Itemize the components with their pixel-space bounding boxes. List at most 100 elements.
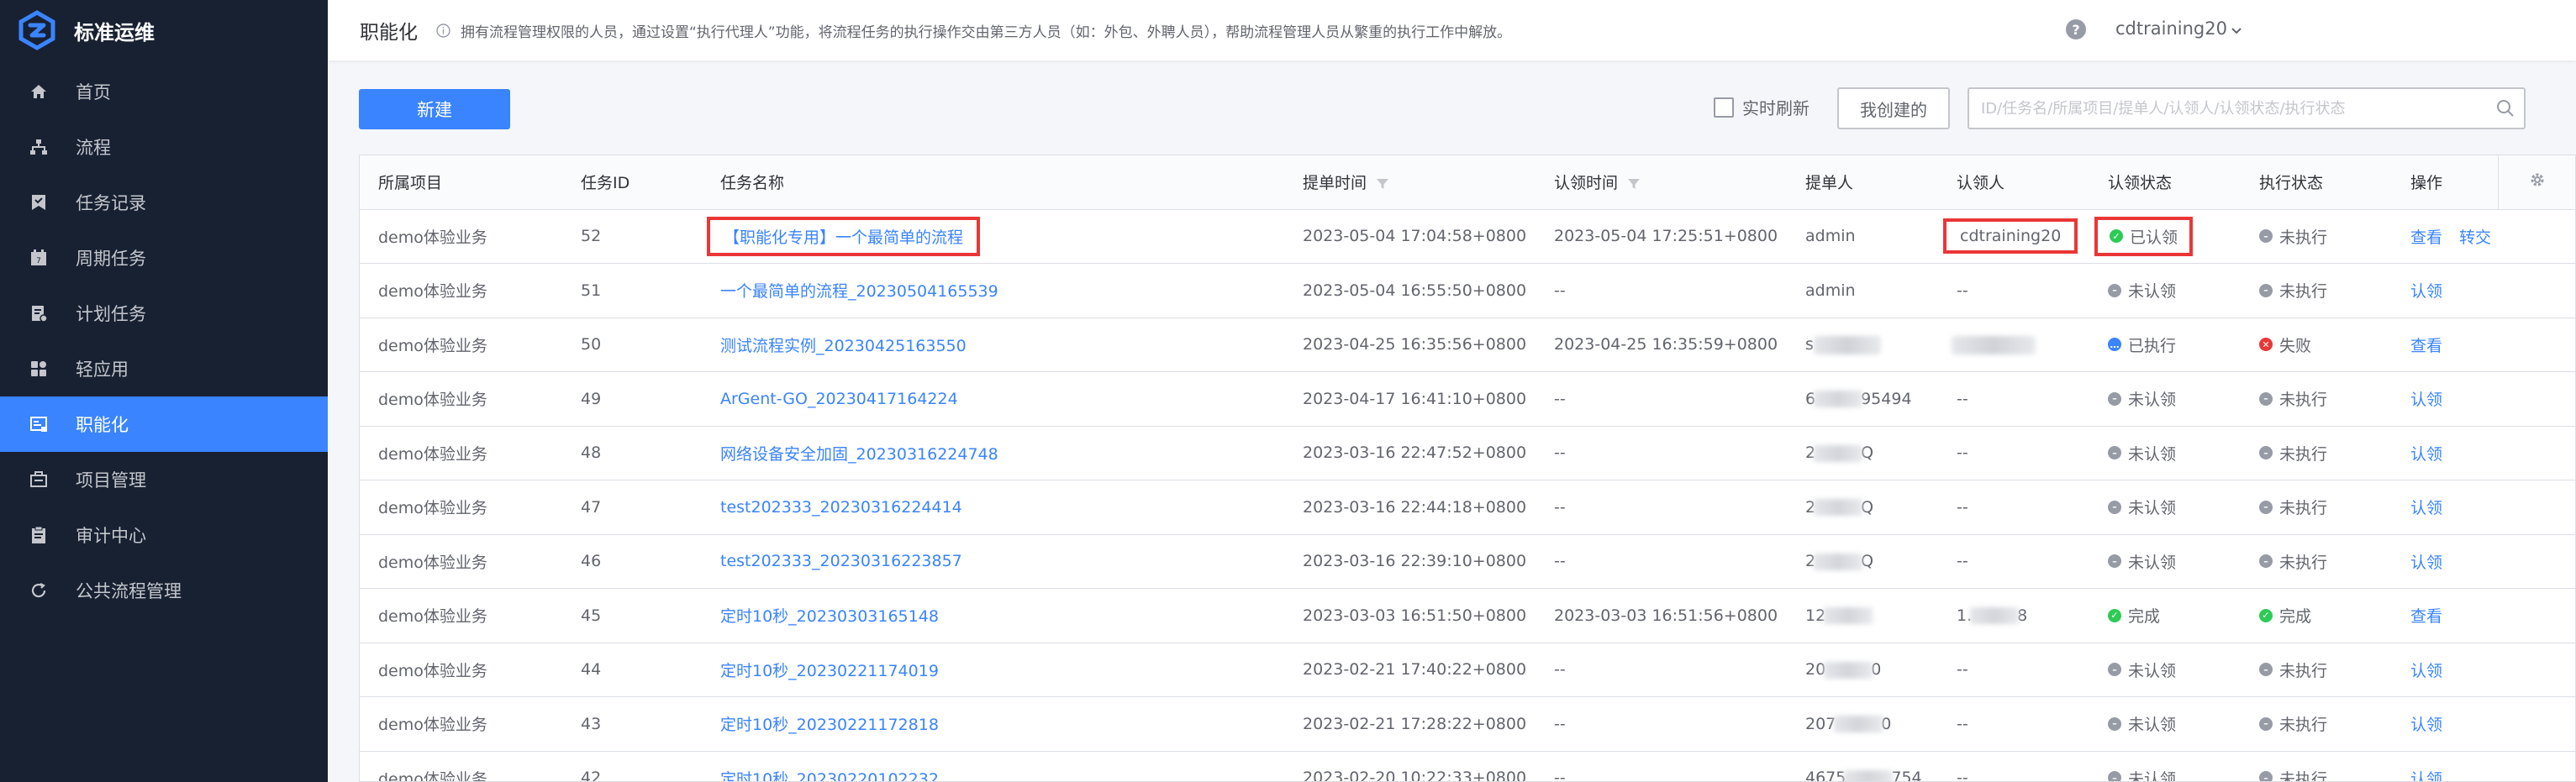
op-link-0[interactable]: 认领 xyxy=(2410,554,2442,572)
new-button[interactable]: 新建 xyxy=(359,89,510,129)
cell-task-name[interactable]: 【职能化专用】一个最简单的流程 xyxy=(702,209,1284,264)
search-icon[interactable] xyxy=(2495,98,2515,118)
op-link-0[interactable]: 认领 xyxy=(2410,499,2442,517)
table-row[interactable]: demo体验业务 52 【职能化专用】一个最简单的流程 2023-05-04 17:0… xyxy=(360,209,2575,264)
op-link-0[interactable]: 查看 xyxy=(2410,228,2442,247)
table-row[interactable]: demo体验业务 44 定时10秒_20230221174019 2023-02-21… xyxy=(360,643,2575,697)
sidebar-item-periodic-task[interactable]: 7 周期任务 xyxy=(0,230,328,286)
sidebar-item-home[interactable]: 首页 xyxy=(0,64,328,119)
filter-icon[interactable] xyxy=(1377,178,1389,190)
task-name-link[interactable]: 【职能化专用】一个最简单的流程 xyxy=(724,228,963,247)
task-name-link[interactable]: 定时10秒_20230220102232 xyxy=(720,770,939,781)
task-name-link[interactable]: 网络设备安全加固_20230316224748 xyxy=(720,445,998,464)
cell-submitter: 207 0 xyxy=(1787,696,1938,752)
sidebar-item-function[interactable]: 职能化 xyxy=(0,396,328,452)
search-input[interactable] xyxy=(1969,99,2495,118)
cell-task-name[interactable]: 定时10秒_20230221174019 xyxy=(702,643,1284,697)
cell-submit-time: 2023-02-21 17:40:22+0800 xyxy=(1284,643,1536,697)
table-row[interactable]: demo体验业务 45 定时10秒_20230303165148 2023-03-03… xyxy=(360,588,2575,643)
search-box[interactable] xyxy=(1968,87,2526,129)
cell-claimer: cdtraining20 xyxy=(1938,209,2089,264)
cell-task-name[interactable]: test202333_20230316223857 xyxy=(702,534,1284,589)
table-row[interactable]: demo体验业务 51 一个最简单的流程_20230504165539 2023-05… xyxy=(360,263,2575,318)
table-row[interactable]: demo体验业务 48 网络设备安全加固_20230316224748 2023-03… xyxy=(360,426,2575,480)
claimer-text: -- xyxy=(1957,281,1968,300)
op-link-0[interactable]: 认领 xyxy=(2410,445,2442,464)
cell-exec-status: – 未执行 xyxy=(2241,263,2392,318)
status-dot-icon: – xyxy=(2108,446,2121,460)
table-row[interactable]: demo体验业务 42 定时10秒_20230220102232 2023-02-20… xyxy=(360,751,2575,781)
gear-icon[interactable] xyxy=(2529,171,2546,188)
cell-submit-time: 2023-03-16 22:47:52+0800 xyxy=(1284,426,1536,480)
cell-exec-status: ✕ 失败 xyxy=(2241,318,2392,372)
cell-task-name[interactable]: test202333_20230316224414 xyxy=(702,480,1284,535)
sidebar-item-plan-task[interactable]: 计划任务 xyxy=(0,286,328,341)
cell-task-id: 46 xyxy=(562,534,702,589)
brand[interactable]: 标准运维 xyxy=(0,0,328,60)
task-name-link[interactable]: 定时10秒_20230221172818 xyxy=(720,716,939,734)
task-name-link[interactable]: 定时10秒_20230303165148 xyxy=(720,607,939,626)
table-row[interactable]: demo体验业务 43 定时10秒_20230221172818 2023-02-21… xyxy=(360,696,2575,752)
table-row[interactable]: demo体验业务 46 test202333_20230316223857 2023-… xyxy=(360,534,2575,589)
user-menu[interactable]: cdtraining20 xyxy=(2115,18,2227,39)
sidebar-item-public-flow[interactable]: 公共流程管理 xyxy=(0,563,328,618)
sidebar-item-task-record[interactable]: 任务记录 xyxy=(0,175,328,230)
svg-text:?: ? xyxy=(2072,22,2079,38)
cell-task-name[interactable]: 定时10秒_20230221172818 xyxy=(702,696,1284,752)
op-link-0[interactable]: 认领 xyxy=(2410,391,2442,409)
task-name-link[interactable]: ArGent-GO_20230417164224 xyxy=(720,390,958,408)
table-row[interactable]: demo体验业务 50 测试流程实例_20230425163550 2023-04-2… xyxy=(360,318,2575,372)
cell-task-name[interactable]: 网络设备安全加固_20230316224748 xyxy=(702,426,1284,480)
column-header-submit-time[interactable]: 提单时间 xyxy=(1284,155,1536,210)
highlight-box: ✓ 已认领 xyxy=(2094,216,2194,256)
op-link-0[interactable]: 查看 xyxy=(2410,337,2442,355)
created-by-me-button[interactable]: 我创建的 xyxy=(1837,87,1950,129)
cell-claim-status: – 未认领 xyxy=(2089,643,2241,697)
cell-exec-status: – 未执行 xyxy=(2241,209,2392,264)
cell-task-name[interactable]: 一个最简单的流程_20230504165539 xyxy=(702,263,1284,318)
column-header-claim-time[interactable]: 认领时间 xyxy=(1536,155,1787,210)
help-icon[interactable]: ? xyxy=(2065,18,2087,40)
sidebar-item-light-app[interactable]: 轻应用 xyxy=(0,341,328,396)
table-settings[interactable] xyxy=(2497,155,2575,210)
status-label: 完成 xyxy=(2128,607,2161,627)
task-name-link[interactable]: test202333_20230316223857 xyxy=(720,552,962,570)
cell-submit-time: 2023-03-16 22:44:18+0800 xyxy=(1284,480,1536,535)
task-name-link[interactable]: 定时10秒_20230221174019 xyxy=(720,662,939,680)
op-link-0[interactable]: 认领 xyxy=(2410,770,2442,781)
flow-icon xyxy=(29,137,49,157)
cell-operations: 认领 xyxy=(2392,696,2498,752)
op-link-0[interactable]: 认领 xyxy=(2410,716,2442,734)
exec-status: – 未执行 xyxy=(2259,659,2327,681)
cell-task-name[interactable]: 定时10秒_20230220102232 xyxy=(702,751,1284,781)
realtime-refresh-toggle[interactable]: 实时刷新 xyxy=(1714,95,1810,119)
table-row[interactable]: demo体验业务 49 ArGent-GO_20230417164224 2023-0… xyxy=(360,371,2575,427)
audit-icon xyxy=(29,525,49,545)
op-link-1[interactable]: 转交 xyxy=(2459,228,2491,247)
status-dot-icon: – xyxy=(2108,771,2121,781)
cell-operations: 认领 xyxy=(2392,426,2498,480)
op-link-0[interactable]: 认领 xyxy=(2410,662,2442,680)
sidebar-item-flow[interactable]: 流程 xyxy=(0,119,328,175)
cell-claim-time: -- xyxy=(1536,643,1787,697)
claim-status: – 未认领 xyxy=(2108,659,2176,681)
cell-empty xyxy=(2498,480,2575,535)
bookmark-icon xyxy=(29,192,49,213)
op-link-0[interactable]: 认领 xyxy=(2410,282,2442,301)
sidebar-item-project-management[interactable]: 项目管理 xyxy=(0,452,328,507)
sidebar-item-audit-center[interactable]: 审计中心 xyxy=(0,507,328,563)
task-name-link[interactable]: test202333_20230316224414 xyxy=(720,498,962,517)
cell-task-name[interactable]: 测试流程实例_20230425163550 xyxy=(702,318,1284,372)
cell-submit-time: 2023-02-21 17:28:22+0800 xyxy=(1284,696,1536,752)
op-link-0[interactable]: 查看 xyxy=(2410,607,2442,626)
filter-icon[interactable] xyxy=(1628,178,1641,190)
task-name-link[interactable]: 测试流程实例_20230425163550 xyxy=(720,337,967,355)
chevron-down-icon[interactable] xyxy=(2230,24,2243,37)
task-name-link[interactable]: 一个最简单的流程_20230504165539 xyxy=(720,282,998,301)
refresh-checkbox[interactable] xyxy=(1714,97,1734,118)
cell-claim-status: – 未认领 xyxy=(2089,263,2241,318)
cell-operations: 认领 xyxy=(2392,263,2498,318)
cell-task-name[interactable]: ArGent-GO_20230417164224 xyxy=(702,371,1284,427)
cell-task-name[interactable]: 定时10秒_20230303165148 xyxy=(702,588,1284,643)
table-row[interactable]: demo体验业务 47 test202333_20230316224414 2023-… xyxy=(360,480,2575,535)
